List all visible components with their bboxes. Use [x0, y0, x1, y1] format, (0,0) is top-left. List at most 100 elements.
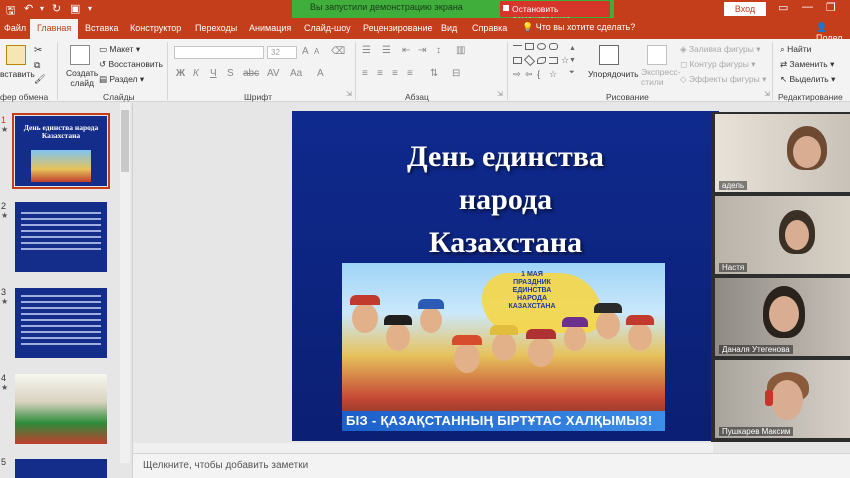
slide-thumbnail-2[interactable] — [15, 202, 107, 272]
decrease-font-icon[interactable]: A — [314, 47, 319, 56]
find-button[interactable]: ⌕ Найти — [780, 44, 811, 55]
reset-button[interactable]: ↺ Восстановить — [99, 59, 163, 70]
rectangle-shape-icon[interactable] — [525, 43, 534, 50]
shape-icon[interactable] — [513, 57, 522, 64]
columns-icon[interactable]: ▥ — [456, 45, 465, 56]
horizontal-scrollbar[interactable] — [133, 443, 713, 453]
tab-file[interactable]: Файл — [4, 23, 26, 33]
bullets-icon[interactable]: ☰ — [362, 45, 371, 56]
tab-slideshow[interactable]: Слайд-шоу — [304, 23, 351, 33]
layout-button[interactable]: ▭ Макет ▾ — [99, 44, 140, 55]
paste-icon[interactable] — [6, 45, 26, 65]
new-slide-button[interactable]: Создать слайд — [66, 68, 98, 88]
numbering-icon[interactable]: ☰ — [382, 45, 391, 56]
shapes-gallery[interactable]: ☆ ⇨ ⇦ { ☆ ▲ ▼ ⏷ — [513, 43, 577, 89]
maximize-icon[interactable]: ❐ — [826, 1, 836, 14]
align-center-icon[interactable]: ≡ — [377, 68, 383, 79]
gallery-down-icon[interactable]: ▼ — [569, 57, 576, 64]
star-shape-icon[interactable]: ☆ — [561, 55, 569, 66]
tab-insert[interactable]: Вставка — [85, 23, 118, 33]
slide-thumbnail-3[interactable] — [15, 288, 107, 358]
oval-shape-icon[interactable] — [537, 43, 546, 50]
increase-font-icon[interactable]: A — [302, 46, 309, 57]
underline-icon[interactable]: Ч — [210, 68, 217, 79]
line-spacing-icon[interactable]: ↕ — [436, 45, 441, 56]
increase-indent-icon[interactable]: ⇥ — [418, 45, 426, 56]
slide-thumbnail-1[interactable]: День единства народа Казахстана — [12, 113, 110, 189]
tab-design[interactable]: Конструктор — [130, 23, 181, 33]
font-dialog-icon[interactable]: ⇲ — [346, 90, 352, 98]
cut-icon[interactable]: ✂ — [34, 45, 42, 56]
redo-icon[interactable]: ↻ — [52, 2, 61, 15]
shadow-icon[interactable]: S — [227, 68, 234, 79]
font-name-field[interactable] — [174, 46, 264, 59]
shape-icon[interactable] — [537, 57, 546, 64]
paste-label[interactable]: вставить — [0, 69, 35, 79]
justify-icon[interactable]: ≡ — [407, 68, 413, 79]
tab-animations[interactable]: Анимация — [249, 23, 291, 33]
drawing-dialog-icon[interactable]: ⇲ — [764, 90, 770, 98]
video-tile[interactable]: Настя — [715, 196, 850, 274]
start-slideshow-icon[interactable]: ▣ — [70, 2, 80, 15]
replace-button[interactable]: ⇄ Заменить ▾ — [780, 59, 834, 70]
current-slide[interactable]: День единства народа Казахстана 1 МАЯ ПР… — [292, 111, 719, 441]
notes-pane[interactable]: Щелкните, чтобы добавить заметки — [133, 453, 850, 478]
select-button[interactable]: ↖ Выделить ▾ — [780, 74, 835, 85]
char-spacing-icon[interactable]: AV — [267, 68, 280, 79]
paragraph-dialog-icon[interactable]: ⇲ — [497, 90, 503, 98]
slide-thumbnail-4[interactable] — [15, 374, 107, 444]
notes-placeholder[interactable]: Щелкните, чтобы добавить заметки — [143, 460, 308, 471]
stop-share-button[interactable]: Остановить демонстрацию — [500, 1, 610, 24]
quick-styles-icon[interactable] — [647, 45, 667, 65]
format-painter-icon[interactable]: 🖌 — [34, 74, 45, 85]
change-case-icon[interactable]: Aa — [290, 68, 302, 79]
clear-format-icon[interactable]: ⌫ — [331, 46, 345, 57]
align-left-icon[interactable]: ≡ — [362, 68, 368, 79]
video-tile[interactable]: адель — [715, 114, 850, 192]
align-text-icon[interactable]: ⊟ — [452, 68, 460, 79]
text-direction-icon[interactable]: ⇅ — [430, 68, 438, 79]
signin-button[interactable]: Вход — [724, 2, 766, 16]
tab-transitions[interactable]: Переходы — [195, 23, 237, 33]
shape-effects-button[interactable]: ◇ Эффекты фигуры ▾ — [680, 74, 766, 85]
tab-view[interactable]: Вид — [441, 23, 457, 33]
rounded-rect-shape-icon[interactable] — [549, 43, 558, 50]
gallery-up-icon[interactable]: ▲ — [569, 45, 576, 52]
gallery-more-icon[interactable]: ⏷ — [569, 69, 575, 77]
shape-outline-button[interactable]: ◻ Контур фигуры ▾ — [680, 59, 756, 70]
undo-dropdown-icon[interactable]: ▾ — [40, 4, 44, 13]
tab-review[interactable]: Рецензирование — [363, 23, 433, 33]
shape-icon[interactable] — [549, 57, 558, 64]
bold-icon[interactable]: Ж — [176, 68, 185, 79]
slide-picture[interactable]: 1 МАЯ ПРАЗДНИК ЕДИНСТВА НАРОДА КАЗАХСТАН… — [342, 263, 665, 431]
video-tile[interactable]: Даналя Утегенова — [715, 278, 850, 356]
star-shape-icon[interactable]: ☆ — [549, 69, 557, 80]
diamond-shape-icon[interactable] — [523, 54, 536, 67]
slide-title[interactable]: День единства народа Казахстана — [292, 135, 719, 264]
align-right-icon[interactable]: ≡ — [392, 68, 398, 79]
font-size-field[interactable]: 32 — [267, 46, 297, 59]
tab-home[interactable]: Главная — [30, 19, 79, 39]
video-tile[interactable]: Пушкарев Максим — [715, 360, 850, 438]
strikethrough-icon[interactable]: abc — [243, 68, 259, 79]
arrow-shape-icon[interactable]: ⇦ — [525, 69, 533, 80]
font-color-icon[interactable]: A — [317, 68, 324, 79]
new-slide-icon[interactable] — [70, 45, 90, 65]
ribbon-options-icon[interactable]: ▭ — [778, 1, 788, 14]
minimize-icon[interactable]: — — [802, 1, 813, 13]
slide-thumbnail-5[interactable] — [15, 459, 107, 478]
italic-icon[interactable]: К — [193, 68, 199, 79]
tab-help[interactable]: Справка — [472, 23, 507, 33]
shape-fill-button[interactable]: ◈ Заливка фигуры ▾ — [680, 44, 760, 55]
brace-shape-icon[interactable]: { — [537, 69, 540, 79]
customize-qat-icon[interactable]: ▾ — [88, 4, 92, 13]
quick-styles-button[interactable]: Экспресс- стили — [641, 67, 681, 87]
undo-icon[interactable]: ↶ — [24, 2, 33, 15]
line-shape-icon[interactable] — [513, 45, 522, 52]
arrow-shape-icon[interactable]: ⇨ — [513, 69, 521, 80]
decrease-indent-icon[interactable]: ⇤ — [402, 45, 410, 56]
copy-icon[interactable]: ⧉ — [34, 60, 40, 71]
section-button[interactable]: ▤ Раздел ▾ — [99, 74, 144, 85]
arrange-icon[interactable] — [599, 45, 619, 65]
thumbnail-scroll-thumb[interactable] — [121, 110, 129, 172]
